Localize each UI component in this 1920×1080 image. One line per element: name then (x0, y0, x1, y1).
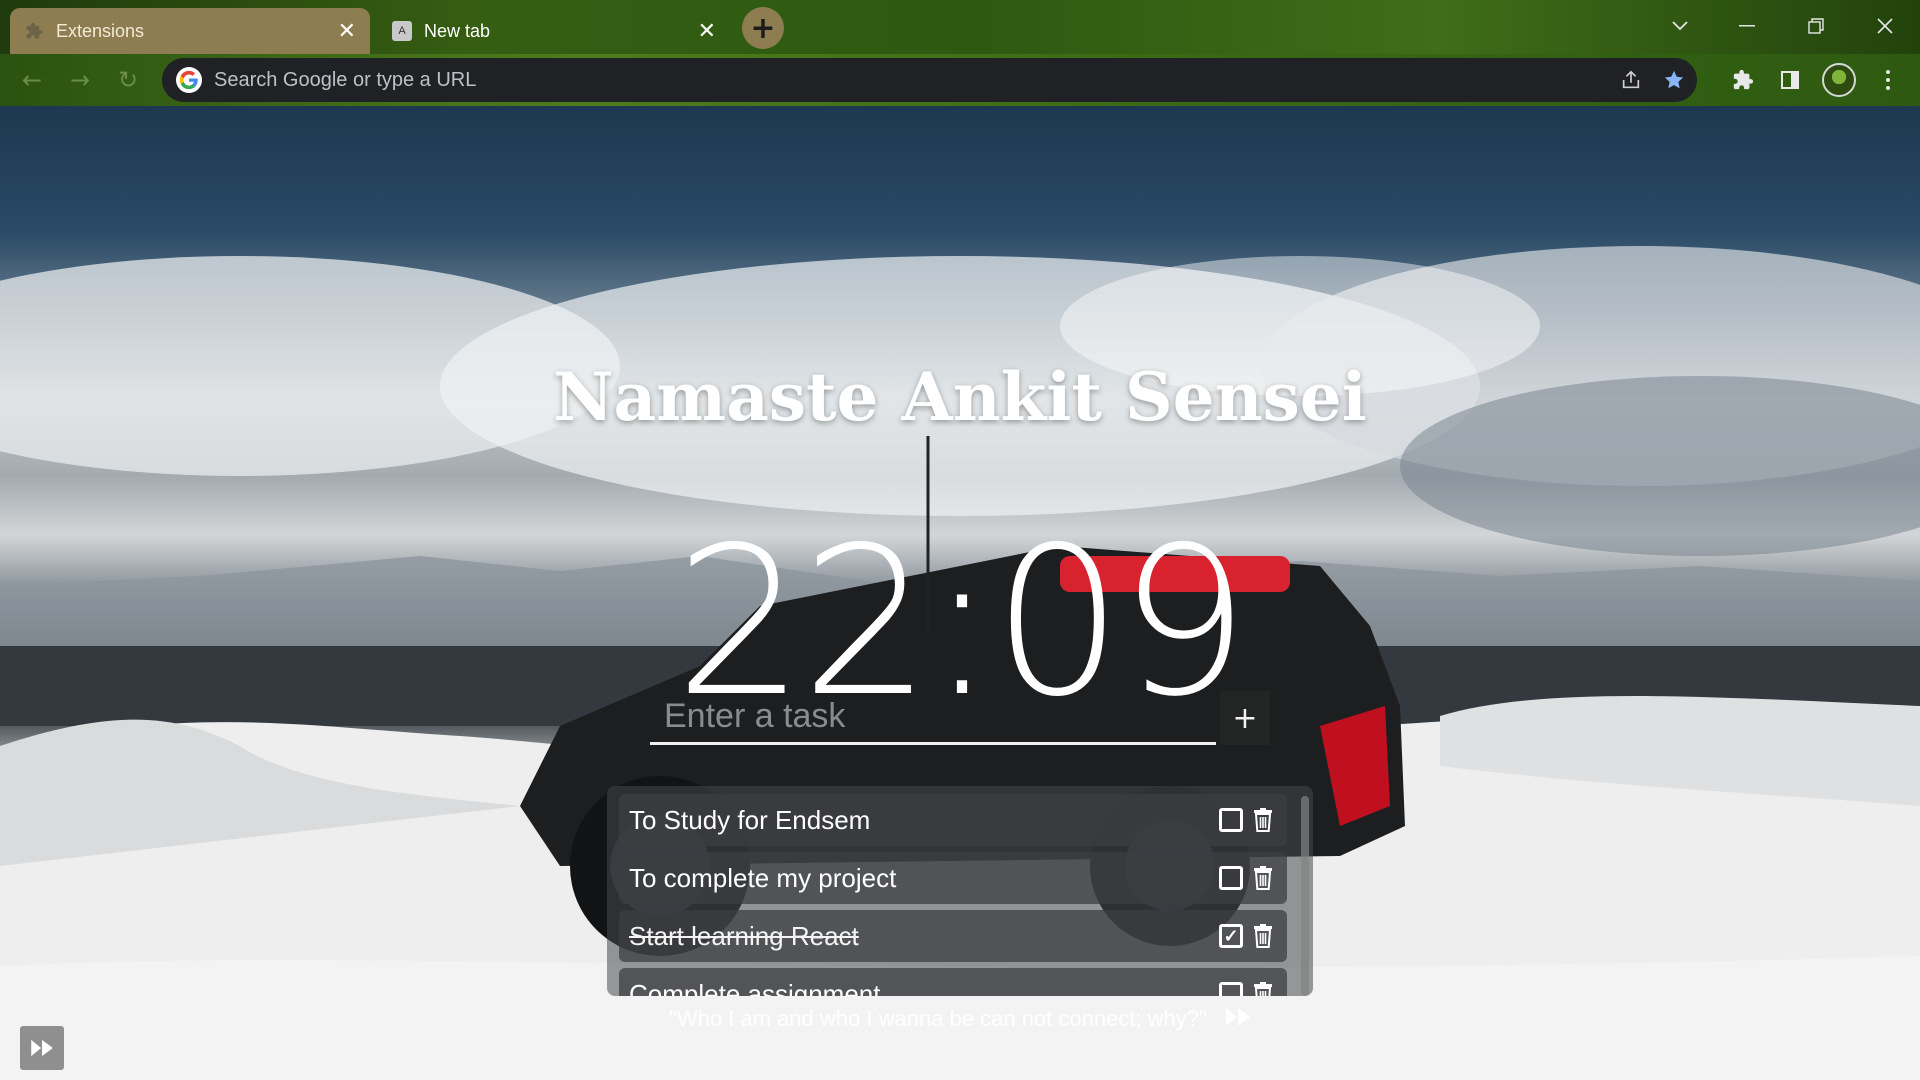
quote-text: "Who I am and who I wanna be can not con… (669, 1006, 1207, 1031)
tab-search-icon[interactable] (1660, 6, 1700, 46)
task-text: Start learning React (629, 920, 859, 951)
greeting-heading: Namaste Ankit Sensei (553, 358, 1367, 436)
task-list[interactable]: To Study for Endsem To complete my proje… (607, 786, 1313, 996)
address-placeholder: Search Google or type a URL (214, 68, 477, 91)
task-checkbox-icon[interactable] (1219, 808, 1243, 832)
tab-favicon: A (392, 21, 412, 41)
minimize-icon[interactable] (1727, 6, 1767, 46)
forward-arrow-icon[interactable]: → (66, 66, 94, 94)
extensions-icon[interactable] (1727, 64, 1759, 96)
share-icon[interactable] (1617, 66, 1645, 94)
restore-icon[interactable] (1796, 6, 1836, 46)
task-list-scrollbar[interactable] (1301, 796, 1309, 996)
task-text: To complete my project (629, 862, 897, 893)
tab-new-tab[interactable]: A New tab ✕ (378, 8, 730, 54)
task-checkbox-icon[interactable] (1219, 866, 1243, 890)
close-tab-icon[interactable]: ✕ (338, 20, 356, 42)
next-quote-icon[interactable] (1225, 1007, 1251, 1033)
task-checkbox-icon[interactable] (1219, 982, 1243, 996)
tab-label: Extensions (56, 20, 145, 41)
task-checked-icon[interactable]: ✓ (1219, 924, 1243, 948)
task-input-row: + (650, 691, 1270, 771)
task-text: Complete assignment (629, 978, 881, 997)
task-item: To complete my project (619, 852, 1287, 904)
change-background-button[interactable] (20, 1026, 64, 1070)
browser-titlebar: Extensions ✕ A New tab ✕ + (0, 0, 1920, 54)
task-item: To Study for Endsem (619, 794, 1287, 846)
google-icon (176, 67, 202, 93)
profile-avatar[interactable] (1822, 63, 1856, 97)
close-tab-icon[interactable]: ✕ (698, 20, 716, 42)
task-item: Start learning React ✓ (619, 910, 1287, 962)
task-item: Complete assignment (619, 968, 1287, 996)
trash-icon[interactable] (1251, 922, 1275, 950)
fast-forward-icon (31, 1039, 53, 1057)
more-menu-icon[interactable] (1872, 64, 1904, 96)
bookmark-star-icon[interactable] (1660, 66, 1688, 94)
puzzle-icon (24, 21, 44, 41)
address-bar[interactable]: Search Google or type a URL (162, 58, 1697, 102)
task-text: To Study for Endsem (629, 804, 871, 835)
new-tab-page: Namaste Ankit Sensei 22:09 + To Study fo… (0, 106, 1920, 1080)
back-arrow-icon[interactable]: ← (18, 66, 46, 94)
trash-icon[interactable] (1251, 806, 1275, 834)
task-input[interactable] (650, 691, 1216, 745)
add-task-button[interactable]: + (1220, 691, 1270, 745)
browser-toolbar: ← → ↻ Search Google or type a URL (0, 54, 1920, 106)
reload-icon[interactable]: ↻ (114, 66, 142, 94)
close-window-icon[interactable] (1865, 6, 1905, 46)
tab-label: New tab (424, 20, 491, 41)
new-tab-button[interactable]: + (742, 7, 784, 49)
trash-icon[interactable] (1251, 864, 1275, 892)
side-panel-icon[interactable] (1774, 64, 1806, 96)
quote-bar: "Who I am and who I wanna be can not con… (0, 1006, 1920, 1033)
tab-extensions[interactable]: Extensions ✕ (10, 8, 370, 54)
trash-icon[interactable] (1251, 980, 1275, 996)
